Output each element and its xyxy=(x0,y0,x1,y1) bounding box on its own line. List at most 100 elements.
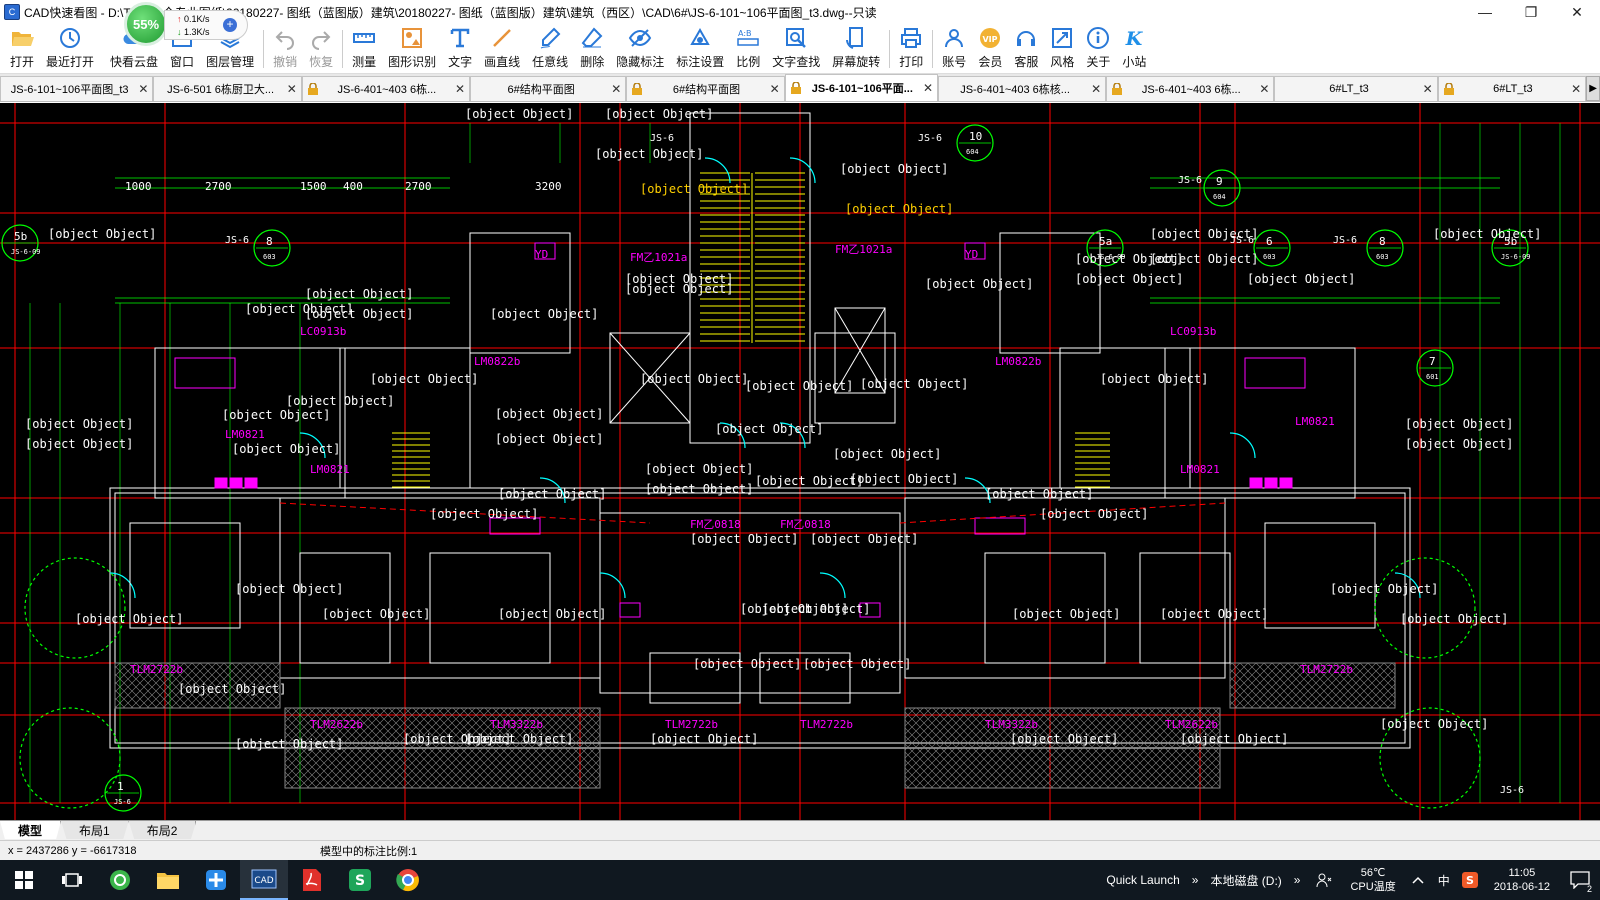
tab-close-icon[interactable]: ✕ xyxy=(770,82,780,96)
room-label: [object Object] xyxy=(465,732,573,746)
toolbar-separator xyxy=(932,30,934,68)
tab-scroll-right-icon[interactable]: ▶ xyxy=(1586,76,1600,101)
room-label: [object Object] xyxy=(1040,507,1148,521)
shape-recognize-button[interactable]: 图形识别 xyxy=(382,25,442,73)
tab-close-icon[interactable]: ✕ xyxy=(1091,82,1101,96)
network-speed-widget[interactable]: 55% ↑ 0.1K/s ↓ 1.3K/s + xyxy=(122,2,252,46)
axis-bubble-number: 7 xyxy=(1429,355,1436,368)
toolbar-label: 图形识别 xyxy=(388,55,437,69)
tab-close-icon[interactable]: ✕ xyxy=(455,82,465,96)
ime-indicator[interactable]: 中 xyxy=(1432,872,1456,889)
bathtub-fixture xyxy=(174,357,236,389)
maximize-button[interactable]: ❐ xyxy=(1508,0,1554,24)
tab-label: JS-6-401~403 6栋核... xyxy=(960,84,1070,96)
eye-hide-button[interactable]: 隐藏标注 xyxy=(610,25,670,73)
tab-close-icon[interactable]: ✕ xyxy=(287,82,297,96)
printer-button[interactable]: 打印 xyxy=(893,25,929,73)
axis-bubble-number: 9 xyxy=(1216,175,1223,188)
freehand-icon xyxy=(540,27,561,49)
room-label: [object Object] xyxy=(645,462,753,476)
tab-close-icon[interactable]: ✕ xyxy=(923,81,933,95)
spreadsheet-icon[interactable]: S xyxy=(336,860,384,900)
document-tab[interactable]: JS-6-501 6栋厨卫大... ✕ xyxy=(153,76,302,101)
rotate-screen-icon xyxy=(846,27,864,49)
user-button[interactable]: 账号 xyxy=(936,25,972,73)
document-tab[interactable]: 6#LT_t3 ✕ xyxy=(1274,76,1438,101)
style-button[interactable]: 风格 xyxy=(1044,25,1080,73)
document-tab[interactable]: 6#LT_t3 ✕ xyxy=(1437,76,1587,101)
scale-button[interactable]: A:B 比例 xyxy=(730,25,766,73)
chrome-browser-icon[interactable] xyxy=(384,860,432,900)
cad-viewer-taskbar-icon[interactable]: CAD xyxy=(240,860,288,900)
recent-button[interactable]: 最近打开 xyxy=(40,25,100,73)
layout-tab[interactable]: 模型 xyxy=(0,821,62,839)
quick-launch-label[interactable]: Quick Launch xyxy=(1100,873,1185,887)
document-tab[interactable]: JS-6-401~403 6栋... ✕ xyxy=(301,76,470,101)
document-tab[interactable]: 6#结构平面图 ✕ xyxy=(626,76,785,101)
minimize-button[interactable]: — xyxy=(1462,0,1508,24)
sogou-ime-icon[interactable]: S xyxy=(1456,860,1484,900)
room-label: [object Object] xyxy=(1405,437,1513,451)
ruler-button[interactable]: 测量 xyxy=(346,25,382,73)
browser-360-icon[interactable] xyxy=(96,860,144,900)
axis-bubble-number: 5b xyxy=(14,230,27,243)
door-window-label: LM0821 xyxy=(310,463,350,476)
layout-tab[interactable]: 布局1 xyxy=(61,821,129,839)
task-view-icon[interactable] xyxy=(48,860,96,900)
tab-close-icon[interactable]: ✕ xyxy=(611,82,621,96)
cpu-temperature[interactable]: 56℃ CPU温度 xyxy=(1342,866,1403,894)
headset-button[interactable]: 客服 xyxy=(1008,25,1044,73)
toolbar-label: 窗口 xyxy=(170,55,195,69)
redo-button[interactable]: 恢复 xyxy=(303,25,339,73)
app-logo-icon: C xyxy=(4,4,20,20)
notifications-icon[interactable]: 2 xyxy=(1560,860,1600,900)
text-button[interactable]: 文字 xyxy=(442,25,478,73)
file-explorer-icon[interactable] xyxy=(144,860,192,900)
tab-close-icon[interactable]: ✕ xyxy=(138,82,148,96)
disk-expand-icon[interactable]: » xyxy=(1288,873,1307,887)
local-disk-d-label[interactable]: 本地磁盘 (D:) xyxy=(1204,872,1287,889)
document-tab[interactable]: JS-6-101~106平面... ✕ xyxy=(784,74,939,101)
tab-close-icon[interactable]: ✕ xyxy=(1423,82,1433,96)
layout-tab[interactable]: 布局2 xyxy=(128,821,197,839)
text-search-button[interactable]: 文字查找 xyxy=(766,25,826,73)
eraser-button[interactable]: 删除 xyxy=(574,25,610,73)
accelerate-plus-icon[interactable]: + xyxy=(223,18,237,32)
document-tab[interactable]: JS-6-401~403 6栋... ✕ xyxy=(1106,76,1275,101)
ruler-icon xyxy=(353,33,376,43)
show-hidden-icons-chevron-icon[interactable] xyxy=(1404,860,1432,900)
quick-launch-expand-icon[interactable]: » xyxy=(1186,873,1205,887)
vip-button[interactable]: VIP 会员 xyxy=(972,25,1008,73)
close-button[interactable]: ✕ xyxy=(1554,0,1600,24)
printer-icon xyxy=(901,28,922,48)
toolbar-label: 客服 xyxy=(1014,55,1039,69)
people-icon[interactable] xyxy=(1306,860,1342,900)
rotate-screen-button[interactable]: 屏幕旋转 xyxy=(826,25,886,73)
annotation-settings-button[interactable]: 标注设置 xyxy=(670,25,730,73)
station-button[interactable]: K 小站 xyxy=(1116,25,1152,73)
toolbar-label: 账号 xyxy=(942,55,967,69)
freehand-button[interactable]: 任意线 xyxy=(526,25,574,73)
undo-button[interactable]: 撤销 xyxy=(267,25,303,73)
tab-close-icon[interactable]: ✕ xyxy=(1571,82,1581,96)
pdf-reader-icon[interactable] xyxy=(288,860,336,900)
system-clock[interactable]: 11:05 2018-06-12 xyxy=(1484,866,1560,894)
windows-start-icon[interactable] xyxy=(0,860,48,900)
memory-percent-badge[interactable]: 55% xyxy=(124,2,168,46)
tab-close-icon[interactable]: ✕ xyxy=(1259,82,1269,96)
folder-open-button[interactable]: 打开 xyxy=(4,25,40,73)
document-tab[interactable]: JS-6-401~403 6栋核... ✕ xyxy=(938,76,1107,101)
toolbar-label: 打开 xyxy=(10,55,35,69)
line-button[interactable]: 画直线 xyxy=(478,25,526,73)
document-tab[interactable]: JS-6-101~106平面图_t3 ✕ xyxy=(0,76,154,101)
tab-label: JS-6-101~106平面... xyxy=(811,83,913,95)
info-button[interactable]: 关于 xyxy=(1080,25,1116,73)
floor-plan-drawing[interactable]: 5bJS-6-0986031060496045aJS-6-09660386035… xyxy=(0,103,1600,820)
cad-drawing-canvas[interactable]: 5b JS-6-09 8 603 10 604 9 604 5a JS-6-09 6 603 8 603 5… xyxy=(0,103,1600,820)
toolbar-label: 小站 xyxy=(1122,55,1147,69)
room-label: [object Object] xyxy=(322,607,430,621)
document-tab[interactable]: 6#结构平面图 ✕ xyxy=(470,76,627,101)
svg-text:VIP: VIP xyxy=(983,35,998,44)
tab-label: JS-6-501 6栋厨卫大... xyxy=(167,84,275,96)
app-blue-icon[interactable] xyxy=(192,860,240,900)
